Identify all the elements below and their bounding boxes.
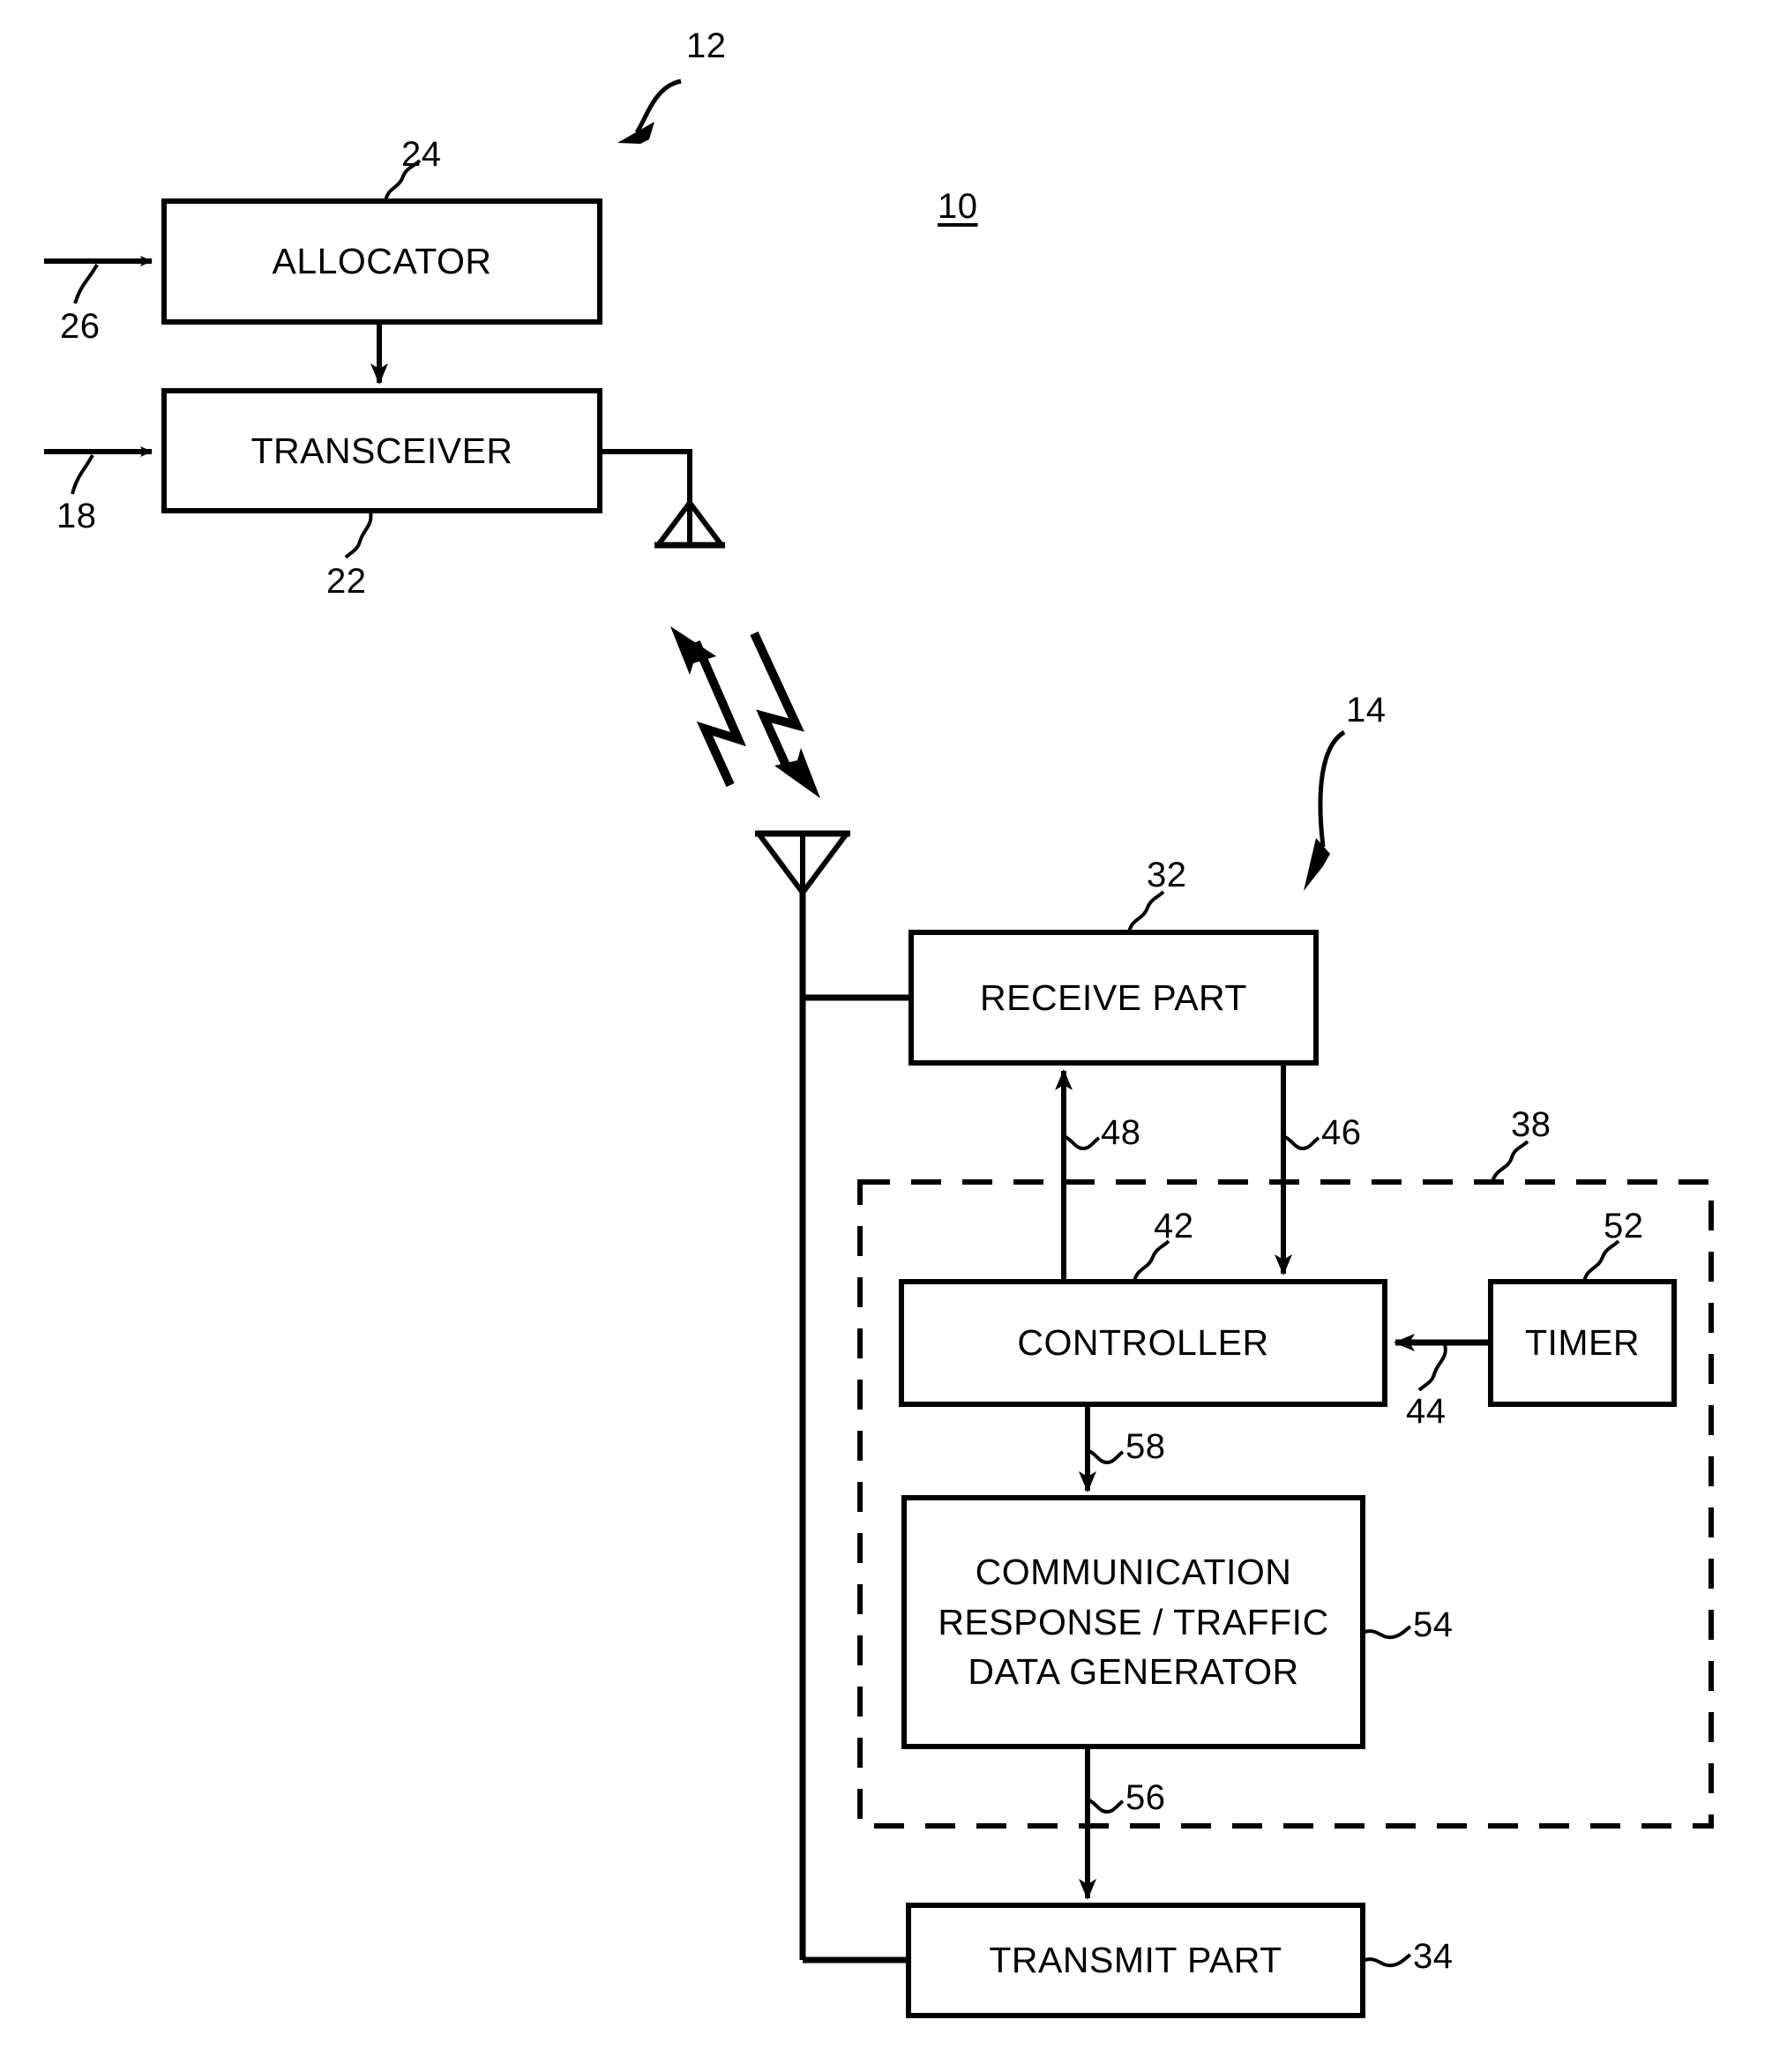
leader-52 <box>1582 1239 1620 1283</box>
leader-46 <box>1282 1134 1320 1151</box>
ref-32: 32 <box>1147 856 1187 894</box>
diagram-vector-layer <box>44 79 1714 2018</box>
ref-58: 58 <box>1125 1427 1166 1466</box>
transceiver-box <box>161 388 602 513</box>
leader-14-head <box>1304 838 1330 891</box>
timer-box <box>1488 1279 1677 1407</box>
leader-32 <box>1127 890 1165 933</box>
rf-link-down-bolt <box>750 631 805 772</box>
leader-56 <box>1087 1798 1125 1814</box>
leader-58 <box>1087 1448 1125 1465</box>
leader-34 <box>1364 1953 1412 1968</box>
ref-12: 12 <box>686 26 727 65</box>
base-antenna-feed <box>602 449 692 503</box>
leader-12-head <box>617 122 654 144</box>
controller-box <box>899 1279 1387 1407</box>
comm-generator-box <box>901 1495 1365 1749</box>
allocator-box <box>161 198 602 325</box>
leader-54 <box>1364 1625 1412 1640</box>
transmit-part-box <box>906 1903 1365 2018</box>
ref-22: 22 <box>326 562 367 601</box>
ref-46: 46 <box>1321 1113 1362 1152</box>
leader-42 <box>1133 1239 1170 1283</box>
rf-link-up-bolt <box>692 640 746 788</box>
leader-26 <box>73 264 99 304</box>
leader-44 <box>1417 1343 1447 1392</box>
ref-44: 44 <box>1406 1392 1447 1431</box>
leader-48 <box>1063 1134 1101 1151</box>
ref-56: 56 <box>1125 1778 1166 1817</box>
receive-part-box <box>908 930 1319 1066</box>
ref-24: 24 <box>401 135 442 174</box>
ref-34: 34 <box>1413 1937 1454 1976</box>
leader-22 <box>344 511 373 559</box>
ref-52: 52 <box>1604 1207 1644 1245</box>
leader-38 <box>1491 1140 1529 1183</box>
ref-10: 10 <box>938 187 978 226</box>
leader-12 <box>634 79 682 134</box>
patent-figure-canvas: ALLOCATOR TRANSCEIVER RECEIVE PART CONTR… <box>0 0 1787 2072</box>
ref-14: 14 <box>1346 691 1387 729</box>
ref-26: 26 <box>60 307 101 346</box>
leader-18 <box>71 454 94 495</box>
leader-14 <box>1318 729 1346 848</box>
ref-48: 48 <box>1101 1113 1141 1152</box>
ref-18: 18 <box>56 497 97 535</box>
ref-42: 42 <box>1154 1207 1194 1245</box>
ref-54: 54 <box>1413 1605 1454 1644</box>
ref-38: 38 <box>1511 1105 1551 1144</box>
